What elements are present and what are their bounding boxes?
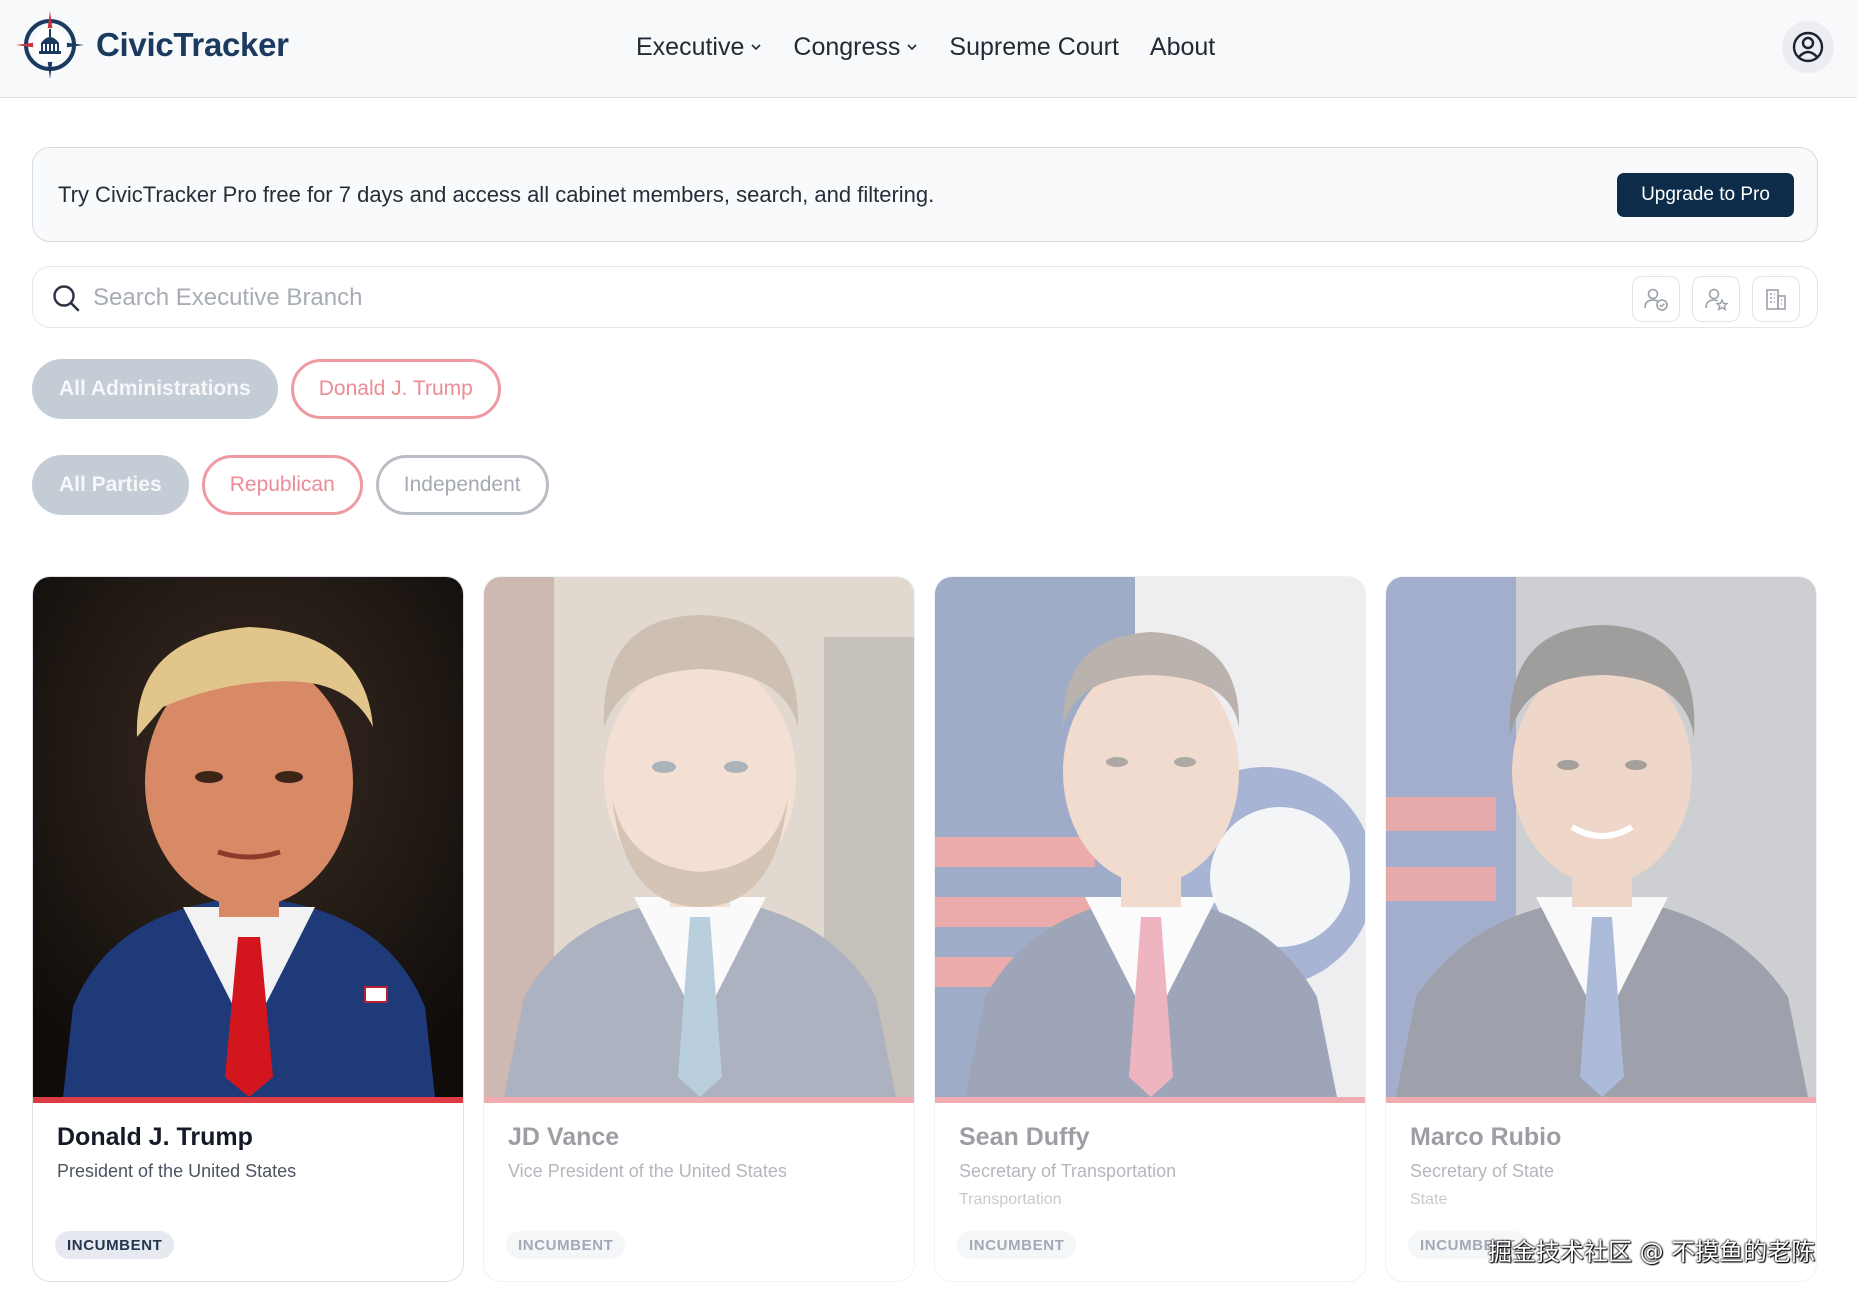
portrait-image	[484, 577, 914, 1097]
building-icon	[1766, 289, 1786, 310]
official-card[interactable]: Marco Rubio Secretary of State State INC…	[1385, 576, 1817, 1282]
official-title: Vice President of the United States	[508, 1161, 787, 1181]
chip-donald-trump[interactable]: Donald J. Trump	[290, 359, 501, 419]
nav-about[interactable]: About	[1150, 33, 1215, 62]
pro-trial-banner: Try CivicTracker Pro free for 7 days and…	[32, 147, 1818, 242]
search-input[interactable]	[93, 278, 1343, 318]
chevron-down-icon	[907, 44, 917, 51]
official-name: Donald J. Trump	[57, 1123, 253, 1151]
account-button[interactable]	[1782, 21, 1834, 73]
capitol-compass-logo-icon[interactable]	[14, 9, 86, 81]
nav-executive-label: Executive	[636, 32, 745, 61]
chevron-down-icon	[751, 44, 761, 51]
upgrade-to-pro-button[interactable]: Upgrade to Pro	[1617, 173, 1794, 217]
filter-favorites-button[interactable]	[1692, 276, 1740, 322]
party-color-bar	[33, 1097, 463, 1103]
nav-about-label: About	[1149, 32, 1216, 61]
search-bar	[32, 266, 1818, 328]
official-title: Secretary of State	[1410, 1161, 1555, 1181]
party-color-bar	[935, 1097, 1365, 1103]
person-star-icon	[1705, 288, 1729, 311]
top-header: CivicTracker Executive Congress Supreme …	[0, 0, 1857, 98]
main-nav: Executive Congress Supreme Court About	[636, 30, 1246, 64]
chip-independent[interactable]: Independent	[375, 455, 549, 515]
official-name: JD Vance	[508, 1123, 620, 1151]
chip-all-parties[interactable]: All Parties	[32, 455, 189, 515]
official-title: Secretary of Transportation	[959, 1161, 1177, 1181]
person-check-icon	[1644, 288, 1668, 311]
chip-republican[interactable]: Republican	[201, 455, 363, 515]
official-department: State	[1410, 1191, 1448, 1208]
promo-text: Try CivicTracker Pro free for 7 days and…	[58, 182, 935, 207]
portrait-image	[1386, 577, 1816, 1097]
official-title: President of the United States	[57, 1161, 297, 1181]
watermark: 掘金技术社区 @ 不摸鱼的老陈	[1488, 1238, 1816, 1266]
party-color-bar	[484, 1097, 914, 1103]
status-badge: INCUMBENT	[55, 1231, 175, 1259]
official-card[interactable]: Sean Duffy Secretary of Transportation T…	[934, 576, 1366, 1282]
status-badge: INCUMBENT	[506, 1231, 626, 1259]
filter-departments-button[interactable]	[1752, 276, 1800, 322]
official-card[interactable]: Donald J. Trump President of the United …	[32, 576, 464, 1282]
portrait-image	[935, 577, 1365, 1097]
official-card[interactable]: JD Vance Vice President of the United St…	[483, 576, 915, 1282]
nav-executive[interactable]: Executive	[636, 33, 762, 62]
administration-filter: All Administrations Donald J. Trump	[32, 359, 514, 419]
nav-congress[interactable]: Congress	[793, 33, 918, 62]
party-filter: All Parties Republican Independent	[32, 455, 562, 515]
party-color-bar	[1386, 1097, 1816, 1103]
status-badge: INCUMBENT	[957, 1231, 1077, 1259]
nav-congress-label: Congress	[793, 32, 901, 61]
nav-supreme-court-label: Supreme Court	[949, 32, 1119, 61]
official-name: Sean Duffy	[959, 1123, 1090, 1151]
nav-supreme-court[interactable]: Supreme Court	[949, 33, 1119, 62]
filter-incumbents-button[interactable]	[1632, 276, 1680, 322]
chip-all-administrations[interactable]: All Administrations	[32, 359, 278, 419]
brand-name[interactable]: CivicTracker	[96, 26, 289, 64]
search-icon	[53, 285, 80, 312]
official-department: Transportation	[959, 1191, 1062, 1208]
official-name: Marco Rubio	[1410, 1123, 1562, 1151]
user-circle-icon	[1792, 31, 1824, 63]
portrait-image	[33, 577, 463, 1097]
